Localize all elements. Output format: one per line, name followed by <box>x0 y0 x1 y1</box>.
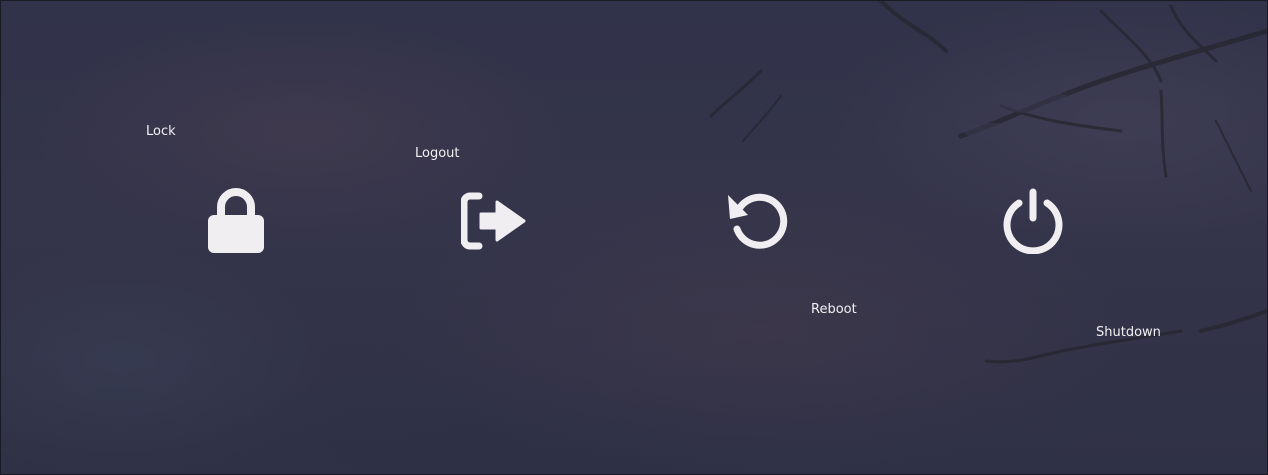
shutdown-label: Shutdown <box>1096 325 1161 340</box>
logout-button[interactable] <box>439 166 549 276</box>
reboot-label: Reboot <box>811 302 857 317</box>
logout-label: Logout <box>415 146 460 161</box>
lock-icon <box>208 188 264 253</box>
reboot-button[interactable] <box>703 166 813 276</box>
logout-icon <box>461 192 526 250</box>
shutdown-button[interactable] <box>978 166 1088 276</box>
power-icon <box>1003 188 1063 254</box>
reboot-icon <box>728 193 788 249</box>
logout-menu-screen: Lock Logout Reboot Shutdown <box>0 0 1268 475</box>
lock-button[interactable] <box>181 166 291 276</box>
lock-label: Lock <box>146 124 176 139</box>
